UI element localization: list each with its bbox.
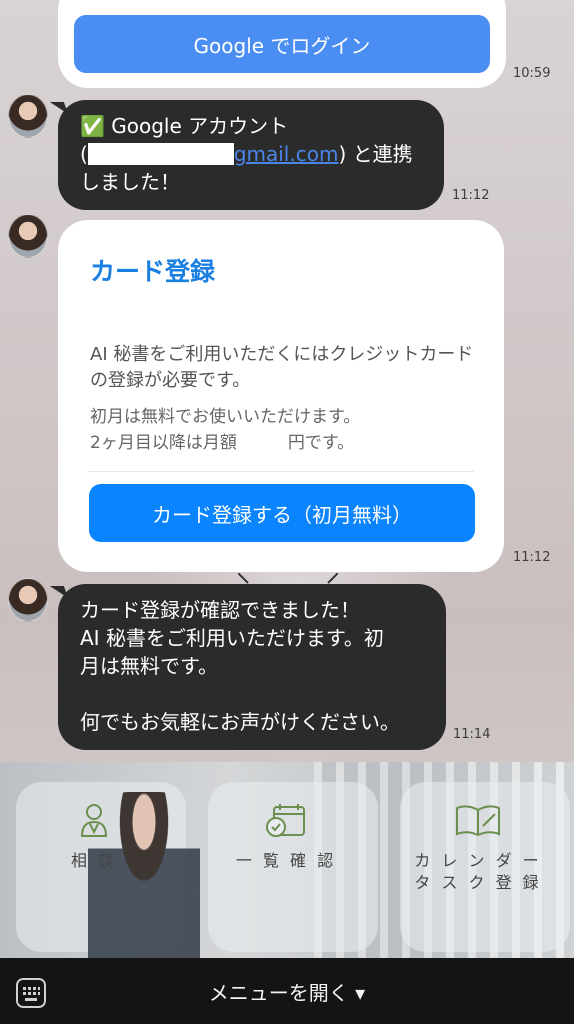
menu-item-label: タ ス ク 登 録 [414, 873, 542, 892]
menu-item-label: カ レ ン ダ ー [414, 851, 542, 870]
login-card: Google でログイン [58, 0, 506, 88]
open-menu-toggle[interactable]: メニューを開く ▾ [0, 958, 574, 1024]
bottom-bar: メニューを開く ▾ [0, 958, 574, 1024]
menu-item-list[interactable]: 一 覧 確 認 [196, 802, 376, 872]
open-book-icon [456, 805, 500, 837]
avatar [8, 94, 48, 138]
message-text: ( [80, 142, 88, 166]
keyboard-icon[interactable] [16, 978, 46, 1008]
menu-item-calendar-task[interactable]: カ レ ン ダ ー タ ス ク 登 録 [388, 802, 568, 894]
message-time: 10:59 [513, 66, 551, 81]
card-registration-card: カード登録 AI 秘書をご利用いただくにはクレジットカードの登録が必要です。 初… [58, 220, 504, 572]
consultant-icon [80, 804, 108, 837]
message-time: 11:14 [453, 727, 491, 742]
card-note-text: 初月は無料でお使いいただけます。 2ヶ月目以降は月額 円です。 [90, 404, 474, 456]
calendar-check-icon [266, 804, 305, 837]
menu-item-label: 相 談 [70, 851, 118, 870]
menu-item-label: 一 覧 確 認 [235, 851, 337, 870]
card-note-line: 初月は無料でお使いいただけます。 [90, 407, 361, 427]
card-note-line: 2ヶ月目以降は月額 円です。 [90, 433, 355, 453]
message-text: カード登録が確認できました！ [80, 598, 360, 622]
menu-item-consult[interactable]: 相 談 [4, 802, 184, 872]
message-text: Google アカウント [111, 114, 289, 138]
register-card-button[interactable]: カード登録する（初月無料） [89, 484, 475, 542]
chat-area[interactable]: Google でログイン 10:59 ✅ Google アカウント ( gmail… [0, 0, 574, 762]
avatar [8, 578, 48, 622]
message-line: ( gmail.com) と連携 [80, 140, 422, 168]
card-body-text: AI 秘書をご利用いただくにはクレジットカードの登録が必要です。 [90, 344, 474, 391]
message-text: AI 秘書をご利用いただけます。初 [80, 626, 384, 650]
avatar [8, 214, 48, 258]
check-icon: ✅ [80, 114, 105, 138]
message-time: 11:12 [452, 188, 490, 203]
redacted-email [87, 143, 234, 165]
rich-menu: 相 談 一 覧 確 認 カ レ ン ダ ー タ ス ク 登 録 [0, 762, 574, 958]
google-login-button[interactable]: Google でログイン [74, 15, 490, 73]
card-divider [88, 471, 474, 472]
card-title: カード登録 [90, 257, 216, 286]
message-text: 何でもお気軽にお声がけください。 [80, 710, 400, 734]
message-text: ) と連携 [338, 142, 413, 166]
message-time: 11:12 [513, 550, 551, 565]
email-link[interactable]: gmail.com [234, 142, 339, 166]
message-text: しました！ [80, 170, 180, 194]
message-bubble: カード登録が確認できました！ AI 秘書をご利用いただけます。初 月は無料です。… [58, 584, 446, 750]
message-bubble: ✅ Google アカウント ( gmail.com) と連携 しました！ [58, 100, 444, 210]
message-text: 月は無料です。 [80, 654, 218, 678]
message-line: ✅ Google アカウント [80, 112, 422, 140]
